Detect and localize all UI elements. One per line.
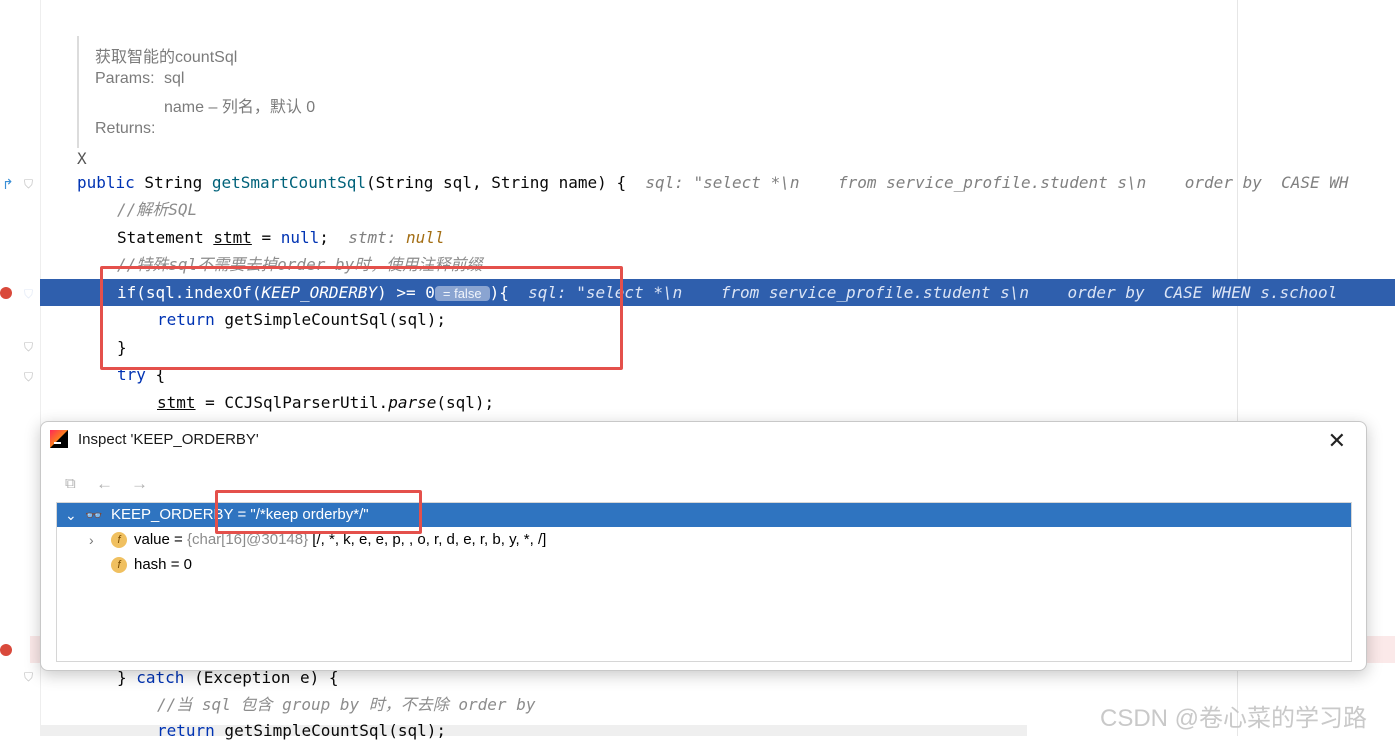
variable-value: 0 [183,556,192,573]
doc-param-name: name – 列名，默认 0 [164,99,316,116]
code-text: (String sql, String name) { [365,173,627,192]
javadoc-block: 获取智能的countSql Params: sql name – 列名，默认 0… [77,36,779,148]
variable-name: value [134,531,170,548]
code-comment: //当 sql 包含 group by 时，不去除 order by [157,695,536,714]
code-text: Statement [117,228,214,247]
equals-sign: = [169,531,187,548]
code-line-signature[interactable]: public String getSmartCountSql(String sq… [77,172,1349,194]
method-name: getSmartCountSql [211,173,366,192]
annotation-box-popup [215,490,422,534]
copy-icon[interactable]: ⧉ [65,475,76,492]
breakpoint-icon[interactable] [0,644,12,656]
tree-row[interactable]: f hash = 0 [57,553,1351,577]
code-text: ; [319,228,329,247]
back-arrow-icon[interactable]: ← [96,474,113,494]
editor-gutter [0,0,40,736]
keyword: return [157,721,215,740]
field-icon: f [111,553,127,577]
code-text: = [251,228,281,247]
doc-summary: 获取智能的countSql [95,49,238,66]
method-name: parse [388,393,437,412]
close-icon[interactable]: ✕ [1328,428,1346,454]
inline-debug-hint: sql: "select *\n from service_profile.st… [508,283,1338,302]
equals-sign: = [166,556,184,573]
code-line-return-2[interactable]: return getSimpleCountSql(sql); [157,720,446,742]
intellij-logo-icon [50,430,68,448]
code-comment: //解析SQL [117,200,198,219]
inspect-popup[interactable]: Inspect 'KEEP_ORDERBY' ✕ ⧉ ← → ⌄ 👓 KEEP_… [40,421,1367,671]
keyword: public [77,173,135,192]
code-text: String [134,173,212,192]
doc-returns-label: Returns: [95,120,156,137]
variable-stmt: stmt [157,393,196,412]
popup-title: Inspect 'KEEP_ORDERBY' [78,431,259,448]
code-text: = CCJSqlParserUtil. [195,393,389,412]
inline-debug-value: null [406,228,445,247]
chevron-right-icon[interactable]: › [89,528,94,552]
step-into-icon[interactable]: ↱ [2,176,14,193]
field-icon: f [111,528,127,552]
annotation-box-code [100,266,623,370]
stray-text: X [77,149,87,168]
inline-debug-hint: stmt: [328,228,406,247]
variable-name: hash [134,556,167,573]
forward-arrow-icon[interactable]: → [131,474,148,494]
watermark: CSDN @卷心菜的学习路 [1100,705,1368,732]
fold-icon[interactable]: ⛉ [24,340,33,355]
breakpoint-icon[interactable] [0,287,12,299]
code-text: (sql); [436,393,495,412]
watch-glasses-icon: 👓 [85,507,103,523]
inline-debug-hint: sql: "select *\n from service_profile.st… [626,173,1349,192]
null-keyword: null [280,228,320,247]
code-line-parse[interactable]: stmt = CCJSqlParserUtil.parse(sql); [157,392,494,414]
fold-icon[interactable]: ⛉ [24,670,33,685]
fold-icon[interactable]: ⛉ [24,287,33,302]
variable-stmt: stmt [213,228,252,247]
chevron-down-icon[interactable]: ⌄ [65,503,77,527]
fold-icon[interactable]: ⛉ [24,370,33,385]
code-text: getSimpleCountSql(sql); [214,721,446,740]
doc-param-sql: sql [164,70,185,87]
fold-icon[interactable]: ⛉ [24,177,33,192]
code-line-statement[interactable]: Statement stmt = null; stmt: null [117,227,445,249]
doc-params-label: Params: [95,70,155,87]
